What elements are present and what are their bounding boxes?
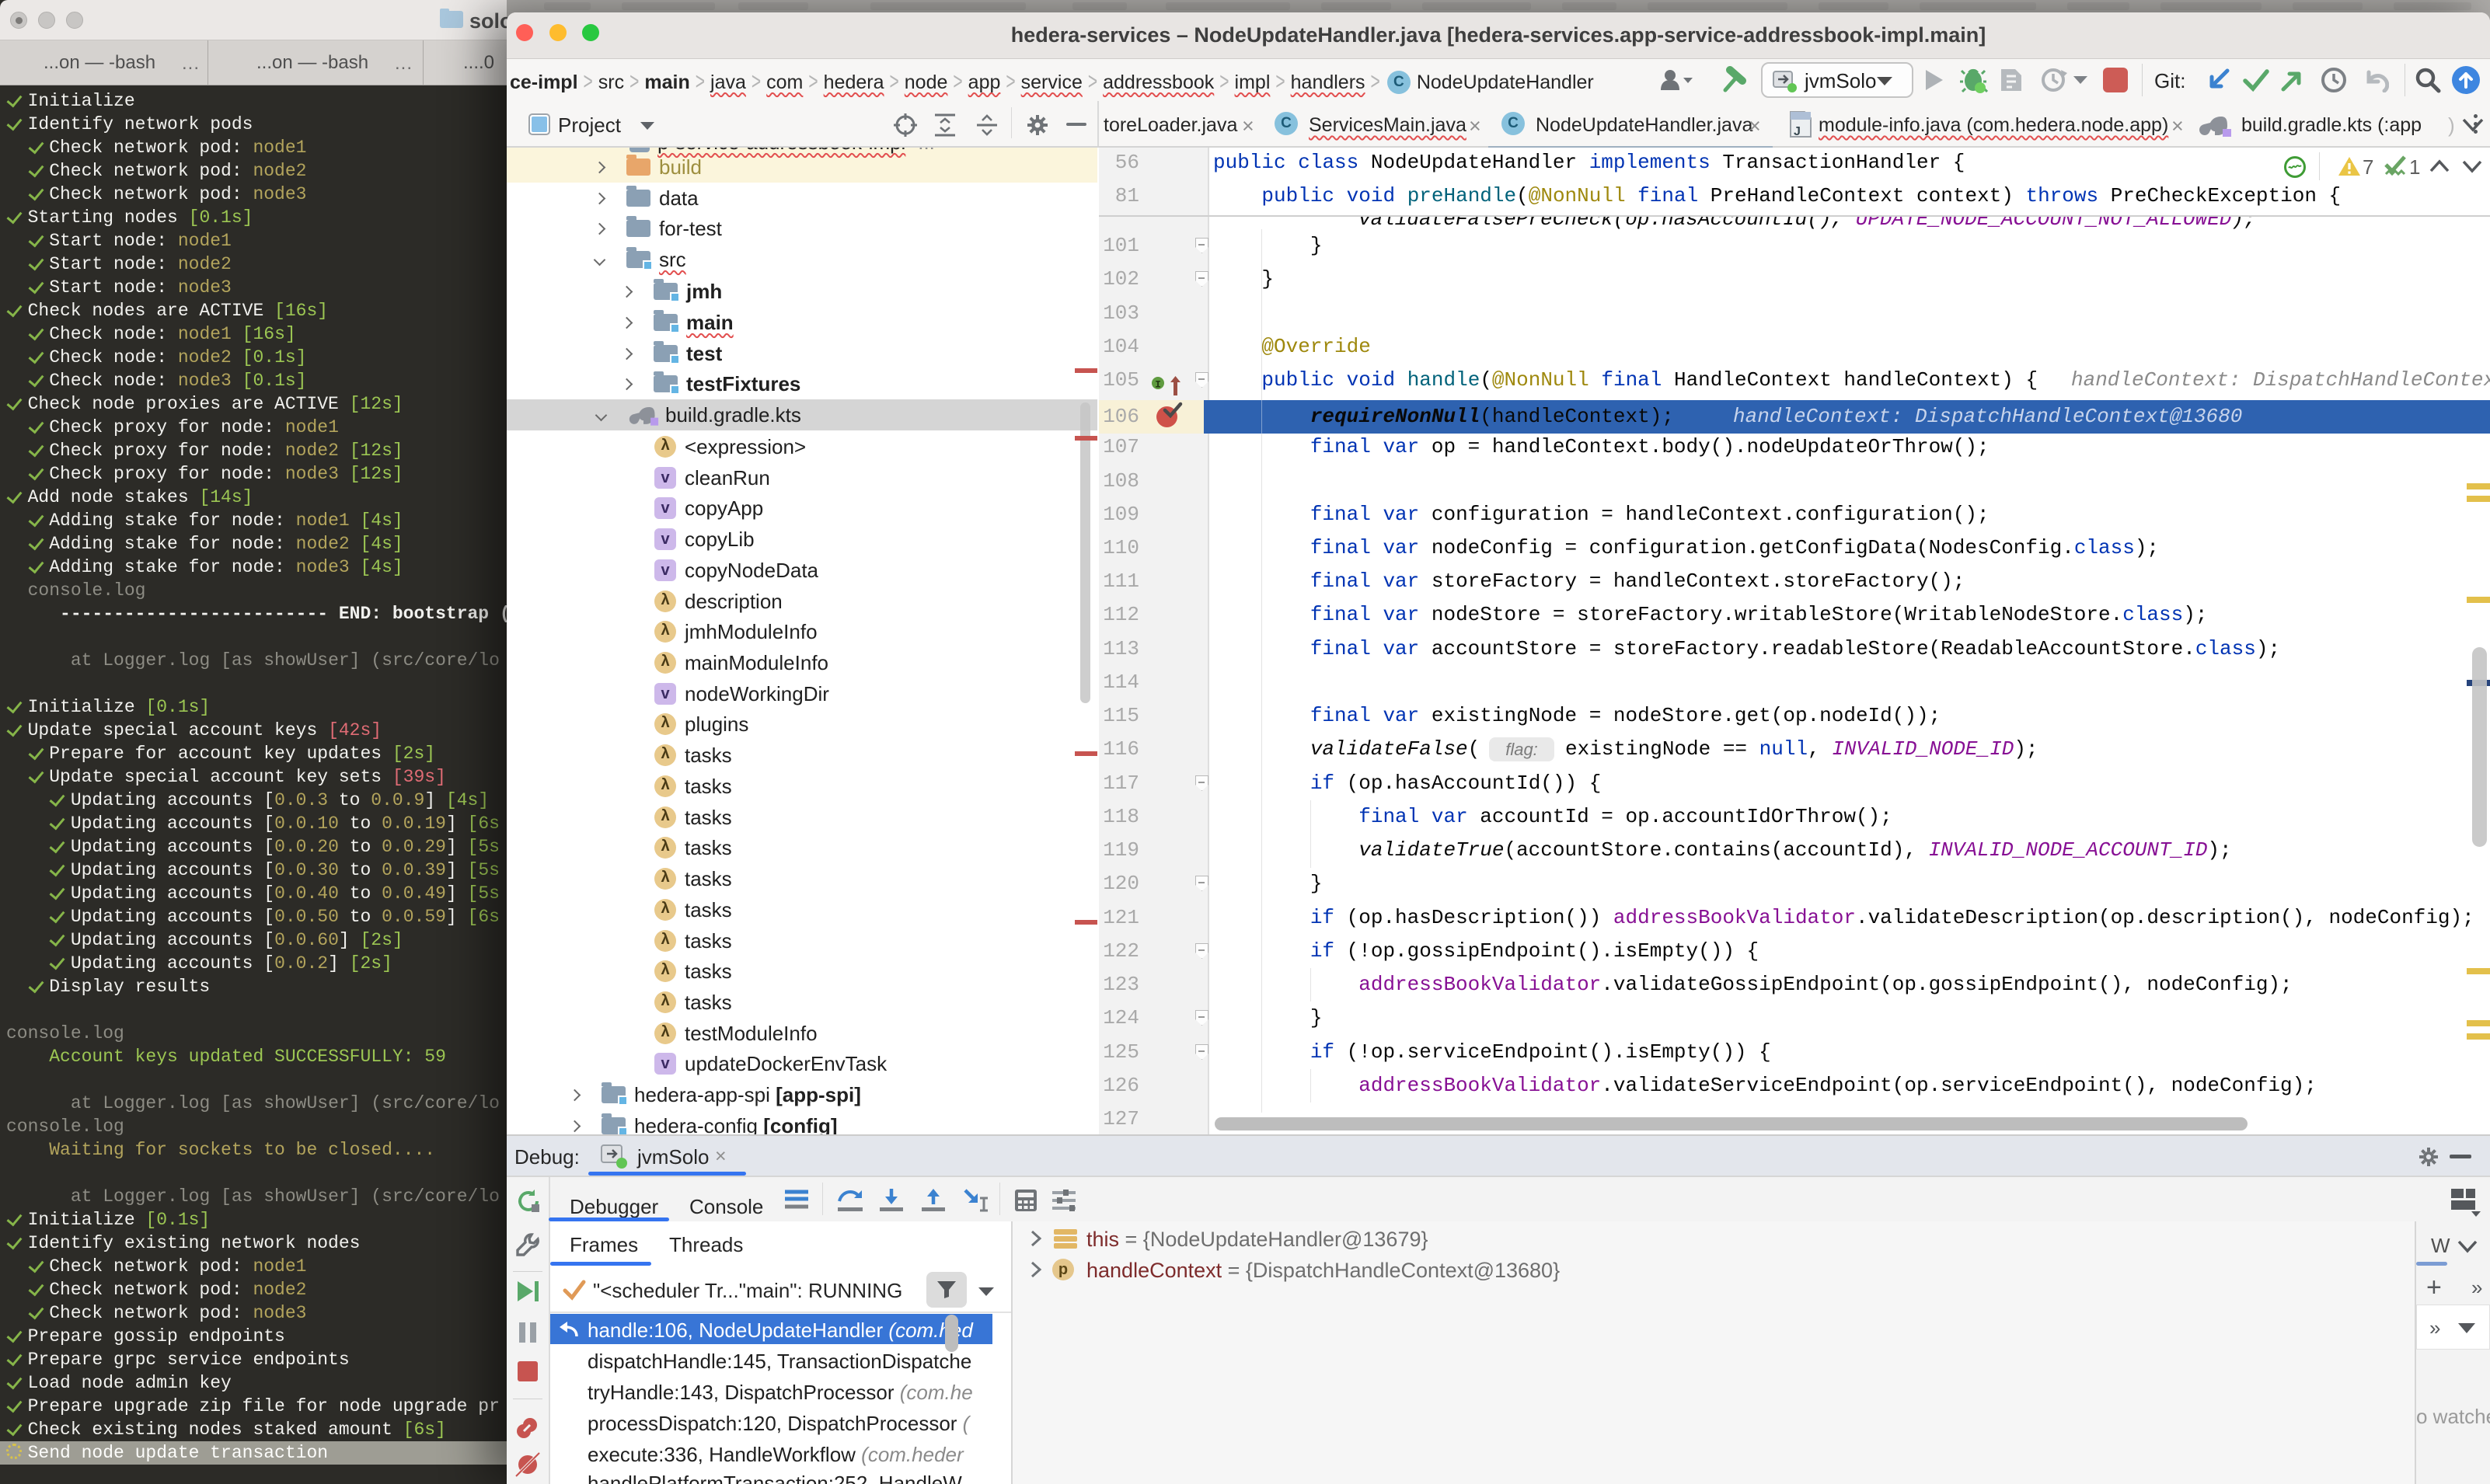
svg-text:J: J [1794,125,1801,138]
svg-text:I: I [1155,379,1161,391]
